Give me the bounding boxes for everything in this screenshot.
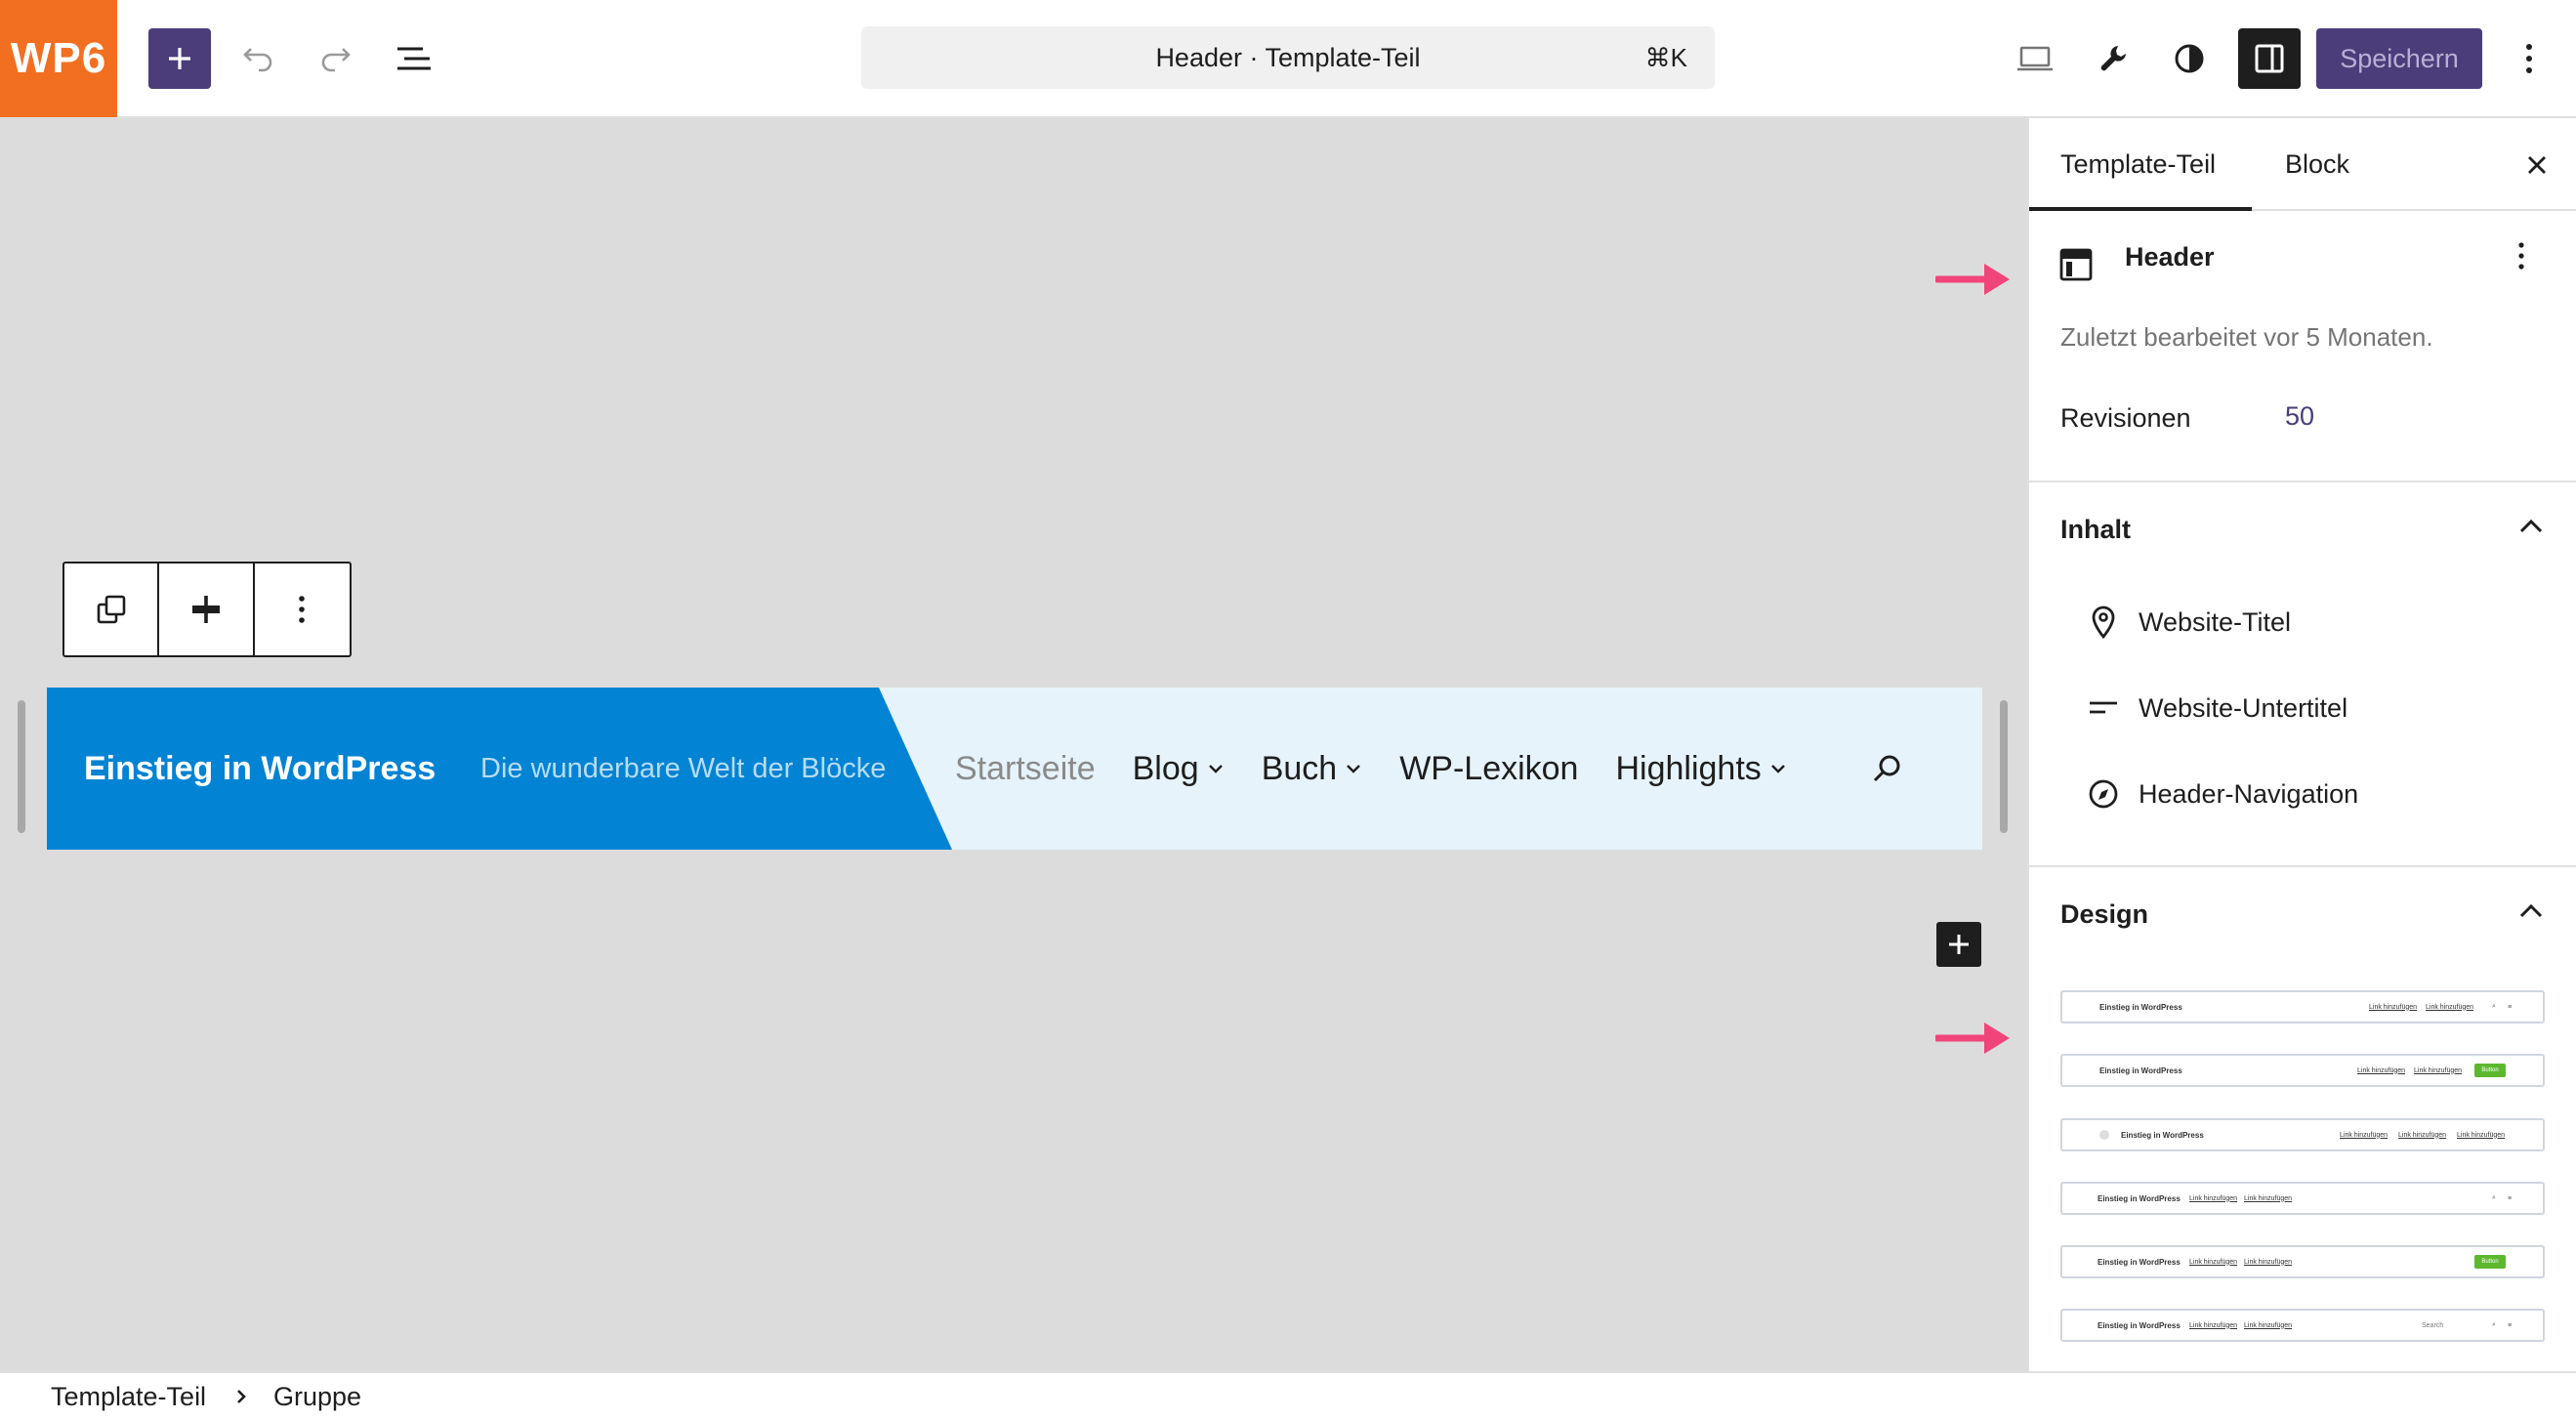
- last-edited-text: Zuletzt bearbeitet vor 5 Monaten.: [2060, 322, 2433, 352]
- revisions-count-link[interactable]: 50: [2285, 401, 2314, 432]
- search-button[interactable]: [1871, 688, 1904, 850]
- document-overview-button[interactable]: [383, 28, 445, 89]
- device-preview-button[interactable]: [2004, 28, 2066, 89]
- copy-blocks-icon: [97, 595, 125, 624]
- chevron-down-icon: [1347, 765, 1361, 773]
- header-pattern-preview[interactable]: Einstieg in WordPress Link hinzufügen Li…: [2060, 1118, 2545, 1151]
- subtitle-icon: [2090, 701, 2117, 714]
- nav-item-blog[interactable]: Blog: [1133, 750, 1225, 788]
- block-options-button[interactable]: [255, 564, 350, 655]
- search-icon: ⌕: [2492, 1194, 2496, 1201]
- header-navigation: Startseite Blog Buch WP-Lexikon Highligh…: [955, 688, 1824, 850]
- active-tab-indicator: [2029, 207, 2252, 211]
- tools-button[interactable]: [2082, 28, 2144, 89]
- append-block-button[interactable]: [1936, 922, 1981, 967]
- chevron-down-icon: [1770, 765, 1785, 773]
- breadcrumb-group[interactable]: Gruppe: [273, 1382, 361, 1412]
- options-menu-button[interactable]: [2498, 28, 2560, 89]
- styles-button[interactable]: [2158, 28, 2221, 89]
- revisions-label: Revisionen: [2060, 403, 2191, 433]
- content-item-header-navigation[interactable]: Header-Navigation: [2088, 774, 2358, 814]
- site-tagline[interactable]: Die wunderbare Welt der Blöcke: [480, 688, 886, 850]
- settings-sidebar: Template-Teil Block Header Zuletzt bearb…: [2027, 118, 2576, 1371]
- header-pattern-preview[interactable]: Einstieg in WordPress Link hinzufügen Li…: [2060, 1182, 2545, 1215]
- block-inserter-button[interactable]: [148, 28, 211, 89]
- annotation-arrow-icon: [1935, 1023, 2010, 1054]
- content-item-site-title[interactable]: Website-Titel: [2088, 603, 2291, 642]
- tab-block[interactable]: Block: [2285, 118, 2349, 211]
- chevron-up-icon[interactable]: [2512, 893, 2551, 932]
- block-toolbar: [62, 562, 352, 657]
- chevron-down-icon: [1208, 765, 1223, 773]
- compass-icon: [2089, 779, 2118, 809]
- top-toolbar: WP6 Header · Template-Teil ⌘K Speichern: [0, 0, 2576, 118]
- content-panel-toggle[interactable]: Inhalt: [2060, 482, 2131, 576]
- template-part-actions-button[interactable]: [2517, 241, 2525, 275]
- header-pattern-preview[interactable]: Einstieg in WordPress Link hinzufügen Li…: [2060, 1309, 2545, 1342]
- more-vertical-icon: [2518, 242, 2524, 270]
- annotation-arrow-icon: [1935, 264, 2010, 295]
- list-view-icon: [397, 47, 431, 70]
- search-icon: [1873, 755, 1900, 782]
- desktop-icon: [2017, 46, 2053, 71]
- drag-move-button[interactable]: [159, 564, 255, 655]
- save-button[interactable]: Speichern: [2316, 28, 2482, 89]
- nav-item-wp-lexikon[interactable]: WP-Lexikon: [1399, 750, 1578, 788]
- header-pattern-preview[interactable]: Einstieg in WordPress Link hinzufügen Li…: [2060, 1054, 2545, 1087]
- document-title: Header · Template-Teil: [1155, 42, 1421, 72]
- settings-sidebar-toggle[interactable]: [2238, 28, 2301, 89]
- block-breadcrumb: Template-Teil Gruppe: [0, 1371, 2576, 1420]
- transform-block-button[interactable]: [64, 564, 160, 655]
- plus-icon: [1949, 935, 1969, 954]
- breadcrumb-template-part[interactable]: Template-Teil: [51, 1382, 206, 1412]
- sidebar-icon: [2255, 44, 2284, 73]
- contrast-icon: [2175, 44, 2204, 73]
- search-icon: ⌕: [2492, 1321, 2496, 1328]
- move-icon: [192, 596, 221, 623]
- site-logo[interactable]: WP6: [0, 0, 117, 117]
- site-title[interactable]: Einstieg in WordPress: [84, 688, 436, 850]
- wrench-icon: [2100, 46, 2126, 71]
- content-item-site-tagline[interactable]: Website-Untertitel: [2088, 689, 2347, 728]
- header-pattern-preview[interactable]: Einstieg in WordPress Link hinzufügen Li…: [2060, 1245, 2545, 1278]
- nav-item-highlights[interactable]: Highlights: [1615, 750, 1786, 788]
- menu-icon: ≡: [2508, 1194, 2513, 1202]
- command-shortcut: ⌘K: [1644, 42, 1687, 72]
- undo-icon: [243, 48, 272, 72]
- resize-handle-right[interactable]: [2000, 700, 2008, 833]
- redo-button[interactable]: [305, 28, 367, 89]
- nav-item-startseite[interactable]: Startseite: [955, 750, 1096, 788]
- close-sidebar-button[interactable]: [2514, 142, 2560, 188]
- more-vertical-icon: [299, 596, 306, 623]
- plus-icon: [169, 48, 190, 69]
- search-icon: ⌕: [2492, 1003, 2496, 1010]
- header-template-part[interactable]: Einstieg in WordPress Die wunderbare Wel…: [47, 688, 1982, 850]
- design-panel: Design Einstieg in WordPress Link hinzuf…: [2029, 867, 2576, 1371]
- design-panel-toggle[interactable]: Design: [2060, 867, 2148, 961]
- tab-template-part[interactable]: Template-Teil: [2060, 118, 2216, 211]
- editor-canvas[interactable]: Einstieg in WordPress Die wunderbare Wel…: [0, 118, 2027, 1371]
- menu-icon: ≡: [2508, 1321, 2513, 1329]
- menu-icon: ≡: [2508, 1003, 2513, 1011]
- redo-icon: [321, 48, 351, 72]
- close-icon: [2528, 156, 2546, 174]
- content-panel: Inhalt Website-Titel Website-Untertitel …: [2029, 480, 2576, 867]
- resize-handle-left[interactable]: [18, 700, 25, 833]
- command-palette-button[interactable]: Header · Template-Teil ⌘K: [861, 26, 1715, 89]
- template-part-title: Header: [2125, 242, 2215, 271]
- template-part-header-icon: [2059, 248, 2093, 281]
- map-marker-icon: [2092, 606, 2115, 640]
- sidebar-tabs: Template-Teil Block: [2029, 118, 2576, 211]
- undo-button[interactable]: [227, 28, 289, 89]
- chevron-right-icon: [237, 1390, 246, 1403]
- logo-placeholder-icon: [2099, 1130, 2109, 1140]
- chevron-up-icon[interactable]: [2512, 508, 2551, 547]
- more-vertical-icon: [2526, 44, 2532, 73]
- nav-item-buch[interactable]: Buch: [1262, 750, 1363, 788]
- header-pattern-preview[interactable]: Einstieg in WordPress Link hinzufügen Li…: [2060, 990, 2545, 1023]
